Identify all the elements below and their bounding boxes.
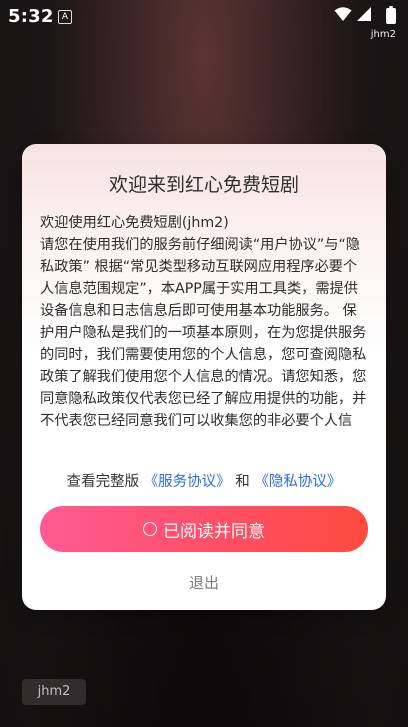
agree-button[interactable]: 已阅读并同意 xyxy=(40,506,368,552)
watermark-label: jhm2 xyxy=(22,679,86,705)
dialog-title: 欢迎来到红心免费短剧 xyxy=(108,174,299,196)
links-prefix: 查看完整版 xyxy=(66,474,140,490)
agreement-links: 查看完整版 《服务协议》 和 《隐私协议》 xyxy=(22,470,386,491)
app-notification-icon: A xyxy=(58,10,72,24)
status-bar: 5:32 A jhm2 xyxy=(0,0,408,40)
privacy-agreement-link[interactable]: 《隐私协议》 xyxy=(254,474,341,490)
radio-circle-icon xyxy=(143,522,157,536)
agreement-paragraph: 请您在使用我们的服务前仔细阅读“用户协议”与“隐私政策” 根据“常见类型移动互联… xyxy=(40,237,367,426)
status-user-label: jhm2 xyxy=(370,29,396,40)
signal-icon xyxy=(357,7,371,21)
service-agreement-link[interactable]: 《服务协议》 xyxy=(144,474,231,490)
status-time: 5:32 xyxy=(8,6,54,27)
links-and: 和 xyxy=(235,474,250,490)
battery-icon xyxy=(386,6,396,24)
privacy-dialog: 欢迎来到红心免费短剧 欢迎使用红心免费短剧(jhm2) 请您在使用我们的服务前仔… xyxy=(22,144,386,610)
exit-button[interactable]: 退出 xyxy=(22,572,386,593)
agree-button-label: 已阅读并同意 xyxy=(163,521,265,542)
agreement-text-scroll[interactable]: 欢迎使用红心免费短剧(jhm2) 请您在使用我们的服务前仔细阅读“用户协议”与“… xyxy=(40,212,368,426)
agreement-paragraph: 欢迎使用红心免费短剧(jhm2) xyxy=(40,215,229,231)
wifi-icon xyxy=(334,7,352,21)
